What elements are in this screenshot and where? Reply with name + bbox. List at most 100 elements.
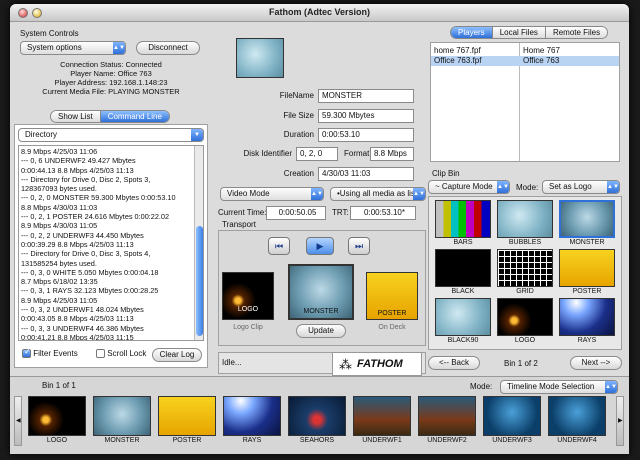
timeline-clip-thumbnail[interactable] [288, 396, 346, 436]
timeline-clip-thumbnail[interactable] [93, 396, 151, 436]
timeline-clip-thumbnail[interactable] [418, 396, 476, 436]
clip-thumbnail[interactable] [559, 200, 615, 238]
clip-thumbnail[interactable] [435, 200, 491, 238]
checkbox-unchecked-icon [96, 349, 105, 359]
clip-thumbnail[interactable] [497, 200, 553, 238]
duration-field[interactable]: 0:00:53.10 [318, 128, 414, 142]
list-item[interactable]: Office 763.fpf [434, 56, 481, 65]
clip-thumbnail[interactable] [497, 249, 553, 287]
log-line: --- 0, 3, 1 RAYS 32.123 Mbytes 0:00:28.2… [21, 286, 159, 296]
capture-mode-value: ~ Capture Mode [435, 182, 493, 191]
timeline-mode-select[interactable]: Timeline Mode Selection ▲▼ [500, 380, 618, 394]
clip-name: BARS [453, 239, 473, 246]
log-line: 0:00:44.13 8.8 Mbps 4/25/03 11:13 [21, 165, 134, 175]
logo-clip-name: LOGO [237, 306, 259, 313]
clip-mode-value: Set as Logo [549, 182, 592, 191]
on-deck-clip-name: POSTER [377, 310, 407, 317]
disk-identifier-field[interactable]: 0, 2, 0 [296, 147, 338, 161]
arrow-left-icon: ◀ [16, 418, 21, 424]
tab-remote-files[interactable]: Remote Files [545, 27, 608, 38]
timeline-clip-name: LOGO [46, 437, 68, 444]
filesize-field[interactable]: 59.300 Mbytes [318, 109, 414, 123]
log-line: 0:00:43.05 8.8 Mbps 4/25/03 11:13 [21, 314, 134, 324]
log-line: 128367093 bytes used. [21, 184, 97, 194]
tab-command-line[interactable]: Command Line [100, 111, 169, 122]
list-item[interactable]: Office 763 [523, 56, 559, 65]
list-item[interactable]: Home 767 [523, 46, 560, 55]
timeline-clip-thumbnail[interactable] [353, 396, 411, 436]
clip-bin-label: Clip Bin [432, 169, 460, 178]
current-time-field: 0:00:50.05 [266, 206, 326, 220]
scrollbar-thumb[interactable] [196, 226, 203, 336]
log-line: 131585254 bytes used. [21, 258, 97, 268]
filter-events-checkbox[interactable]: Filter Events [22, 347, 78, 359]
log-line: --- 0, 2, 0 MONSTER 59.300 Mbytes 0:00:5… [21, 193, 176, 203]
creation-label: Creation [283, 169, 314, 178]
clip-thumbnail[interactable] [497, 298, 553, 336]
timeline-clip-thumbnail[interactable] [158, 396, 216, 436]
status-line: Player Address: 192.168.1.148:23 [54, 78, 168, 87]
list-item[interactable]: home 767.fpf [434, 46, 481, 55]
log-line: 8.9 Mbps 4/30/03 11:05 [21, 221, 98, 231]
tab-show-list[interactable]: Show List [51, 111, 101, 122]
log-scrollbar[interactable] [194, 146, 203, 340]
players-list[interactable]: home 767.fpf Office 763.fpf Home 767 Off… [430, 42, 620, 162]
clip-thumbnail[interactable] [435, 298, 491, 336]
log-line: 8.9 Mbps 4/25/03 11:06 [21, 147, 98, 156]
checkbox-checked-icon [22, 347, 31, 359]
fast-forward-icon: ⏭ [354, 241, 364, 251]
rewind-icon: ⏮ [274, 241, 284, 251]
tab-players[interactable]: Players [451, 27, 493, 38]
scroll-lock-checkbox[interactable]: Scroll Lock [96, 349, 146, 359]
idle-status: Idle... [222, 358, 242, 367]
timeline-scroll-right[interactable]: ▶ [616, 396, 624, 446]
system-controls-label: System Controls [20, 29, 79, 38]
clip-name: LOGO [514, 337, 536, 344]
disconnect-button[interactable]: Disconnect [136, 41, 200, 55]
timeline-clip-name: RAYS [242, 437, 262, 444]
timeline-clip-thumbnail[interactable] [548, 396, 606, 436]
log-line: 0:00:39.29 8.8 Mbps 4/25/03 11:13 [21, 239, 134, 249]
trt-label: TRT: [332, 208, 349, 217]
chevron-down-icon: ▲▼ [607, 181, 619, 193]
timeline-clip-name: UNDERWF2 [427, 437, 467, 444]
timeline-scroll-left[interactable]: ◀ [14, 396, 22, 446]
log-line: --- Directory for Drive 0, Disc 2, Spots… [21, 174, 151, 184]
clip-mode-select[interactable]: Set as Logo ▲▼ [542, 180, 620, 194]
chevron-down-icon: ▲▼ [311, 188, 323, 200]
previous-button[interactable]: ⏮ [268, 237, 290, 255]
timeline-clip-thumbnail[interactable] [223, 396, 281, 436]
creation-field[interactable]: 4/30/03 11:03 [318, 167, 414, 181]
clear-log-button[interactable]: Clear Log [152, 348, 202, 362]
event-log[interactable]: 8.9 Mbps 4/25/03 11:06 --- 0, 6 UNDERWF2 … [18, 145, 204, 341]
log-line: --- 0, 3, 3 UNDERWF4 46.386 Mbytes [21, 323, 144, 333]
play-button[interactable]: ▶ [306, 237, 334, 255]
directory-select[interactable]: Directory ▼ [18, 128, 204, 142]
next-button[interactable]: Next --> [570, 356, 622, 370]
media-list-select[interactable]: •Using all media as list ▲▼ [330, 187, 426, 201]
filename-field[interactable]: MONSTER [318, 89, 414, 103]
log-line: 8.7 Mbps 6/18/02 13:35 [21, 277, 98, 287]
window-title: Fathom (Adtec Version) [268, 7, 370, 17]
format-field[interactable]: 8.8 Mbps [370, 147, 414, 161]
log-line: 8.8 Mbps 4/30/03 11:03 [21, 202, 98, 212]
video-mode-select[interactable]: Video Mode ▲▼ [220, 187, 324, 201]
logo-text: FATHOM [357, 358, 403, 370]
chevron-down-icon: ▼ [191, 129, 203, 141]
clip-thumbnail[interactable] [559, 298, 615, 336]
back-button[interactable]: <-- Back [428, 356, 480, 370]
capture-mode-select[interactable]: ~ Capture Mode ▲▼ [428, 180, 510, 194]
clip-thumbnail[interactable] [559, 249, 615, 287]
timeline-clip-thumbnail[interactable] [483, 396, 541, 436]
next-button[interactable]: ⏭ [348, 237, 370, 255]
clip-bin-page: Bin 1 of 2 [504, 359, 538, 368]
timeline-clip-name: SEAHORS [299, 437, 335, 444]
timeline-clip-thumbnail[interactable] [28, 396, 86, 436]
system-options-select[interactable]: System options ▲▼ [20, 41, 126, 55]
clip-name: BLACK [451, 288, 475, 295]
tab-local-files[interactable]: Local Files [492, 27, 546, 38]
status-line: Connection Status: Connected [60, 60, 162, 69]
clip-thumbnail[interactable] [435, 249, 491, 287]
title-bar: Fathom (Adtec Version) [10, 4, 629, 22]
update-button[interactable]: Update [296, 324, 346, 338]
